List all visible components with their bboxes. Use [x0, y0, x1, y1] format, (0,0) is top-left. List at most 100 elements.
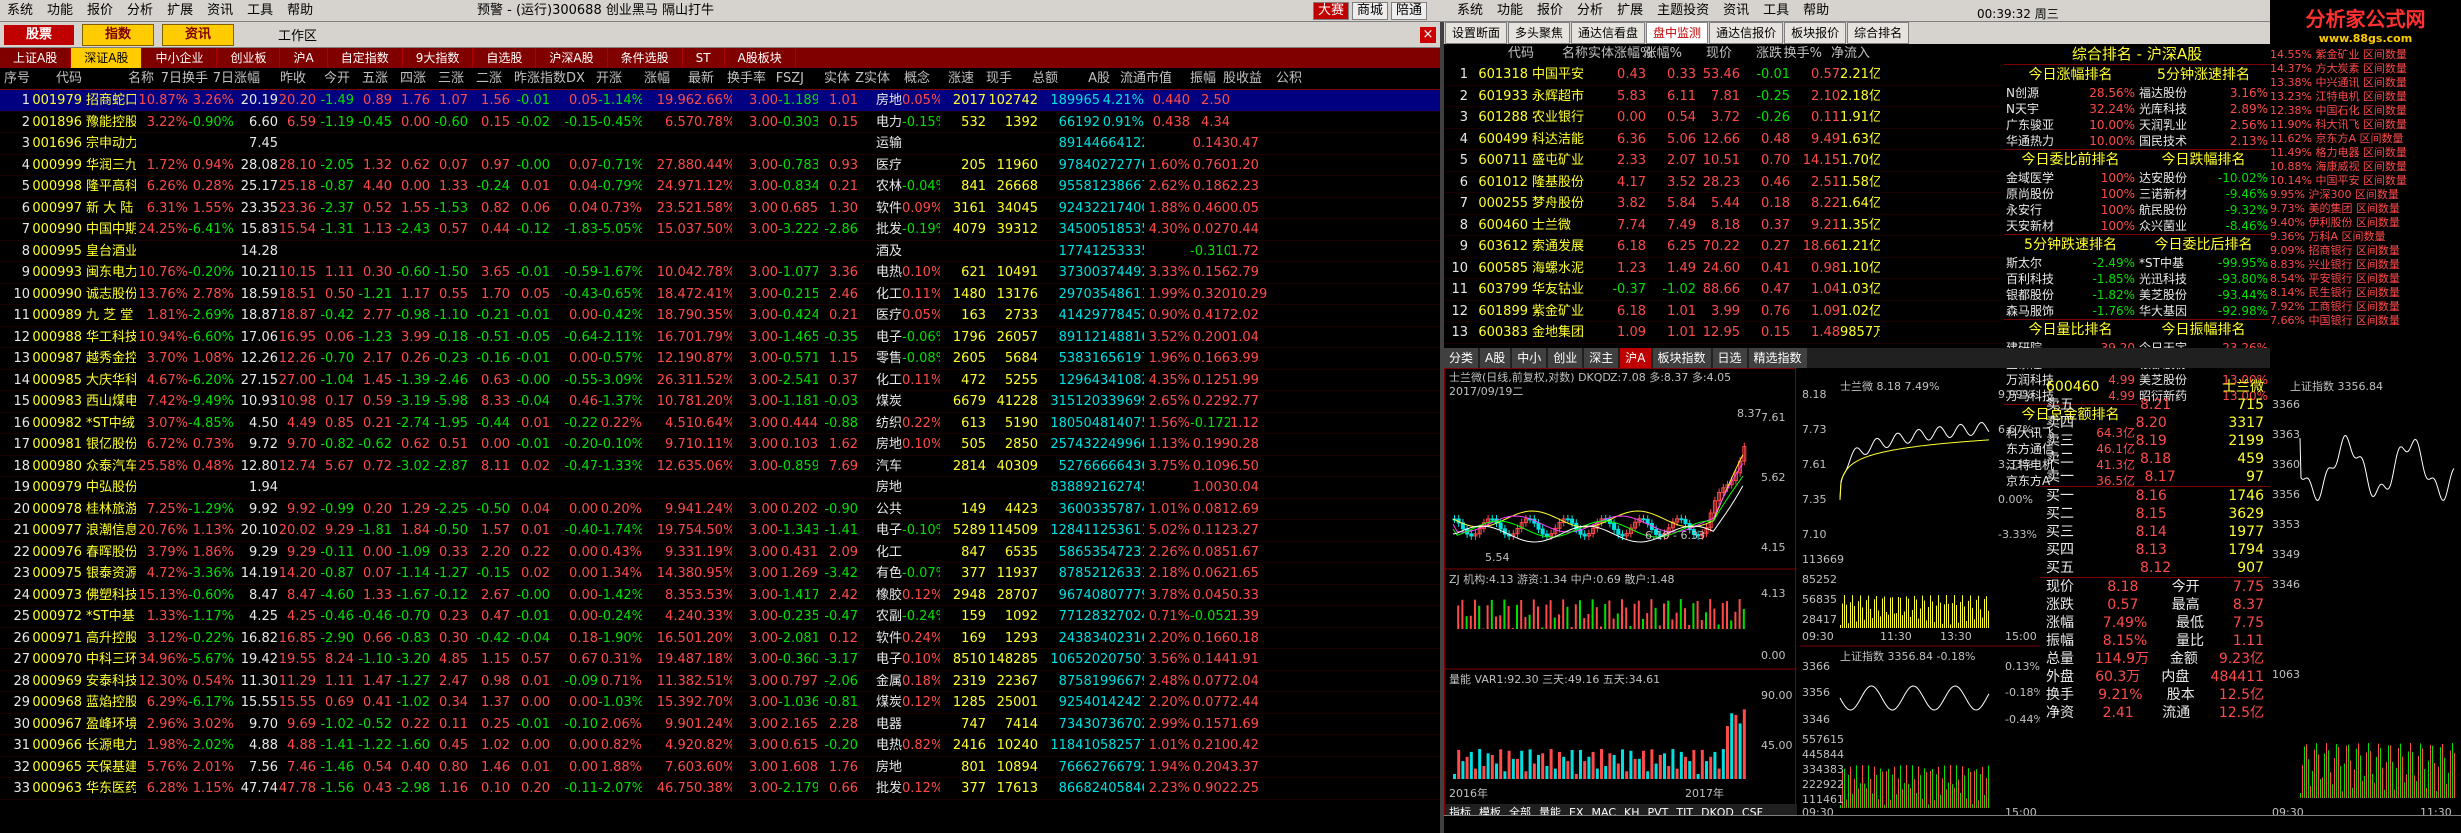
block-tab-11[interactable]: A股板块	[725, 48, 796, 68]
quote-col-8[interactable]: 净流入	[1822, 44, 1870, 64]
rank-item[interactable]: 百利科技 -1.85%	[2004, 271, 2137, 287]
block-tab-2[interactable]: 中小企业	[142, 48, 218, 68]
right-tab-2[interactable]: 通达信看盘	[1571, 22, 1646, 44]
chart-tab-0[interactable]: 分类	[1444, 348, 1479, 368]
rank-block-title[interactable]: 今日跌幅排名	[2137, 149, 2270, 170]
col-header-12[interactable]: 指数DX	[540, 68, 585, 89]
menu-item-1[interactable]: 功能	[40, 0, 80, 21]
rank-item[interactable]: 金域医学 100%	[2004, 170, 2137, 186]
right-list-item[interactable]: 12.38% 中国石化 区间数量	[2270, 104, 2461, 118]
rank-item[interactable]: *ST中基 -99.95%	[2137, 255, 2270, 271]
rank-item[interactable]: 众兴菌业 -8.46%	[2137, 218, 2270, 234]
right-tab-0[interactable]: 设置断面	[1445, 22, 1508, 44]
block-tab-3[interactable]: 创业板	[217, 48, 281, 68]
right-list-item[interactable]: 8.83% 兴业银行 区间数量	[2270, 258, 2461, 272]
menu-item-2[interactable]: 报价	[80, 0, 120, 21]
menu-item-0[interactable]: 系统	[0, 0, 40, 21]
stocks-button[interactable]: 股票	[4, 24, 75, 45]
quote-col-7[interactable]: 换手%	[1782, 44, 1822, 64]
col-header-9[interactable]: 三涨	[426, 68, 464, 89]
rank-item[interactable]: 福达股份 3.16%	[2137, 85, 2270, 101]
menu-button-0[interactable]: 大赛	[1313, 2, 1350, 20]
chart-tab-4[interactable]: 深主	[1584, 348, 1619, 368]
menu-item-3[interactable]: 分析	[120, 0, 160, 21]
table-row[interactable]: 18 000980 众泰汽车 25.58% 0.48% 12.80 12.74 5.67 0.7…	[0, 456, 1440, 477]
right-list-item[interactable]: 14.55% 紫金矿业 区间数量	[2270, 48, 2461, 62]
rank-block-title[interactable]: 今日委比前排名	[2004, 149, 2137, 170]
col-header-23[interactable]: 总额	[1012, 68, 1058, 89]
col-header-0[interactable]: 序号	[0, 68, 30, 89]
col-header-24[interactable]: A股	[1058, 68, 1110, 89]
quote-col-3[interactable]: 实体涨幅%	[1588, 44, 1652, 64]
menu-item-7[interactable]: 帮助	[280, 0, 320, 21]
quote-row[interactable]: 12 601899 紫金矿业 6.18 1.01 3.99 0.76 1.09 1.02亿	[1444, 301, 2004, 322]
table-row[interactable]: 1 001979 招商蛇口 10.87% 3.26% 20.19 20.20 -1.49 0.8…	[0, 90, 1440, 112]
rank-item[interactable]: 华大基因 -92.98%	[2137, 303, 2270, 319]
rank-item[interactable]: 森马服饰 -1.76%	[2004, 303, 2137, 319]
quote-row[interactable]: 5 600711 盛屯矿业 2.33 2.07 10.51 0.70 14.15 1.70亿	[1444, 150, 2004, 172]
minute-charts[interactable]: 士兰微 8.18 7.49% 8.18 7.73 7.61 7.35 7.10 …	[1800, 378, 2044, 823]
quote-col-1[interactable]: 代码	[1444, 44, 1534, 64]
block-tab-5[interactable]: 自定指数	[328, 48, 403, 68]
rank-item[interactable]: 美芝股份 -93.44%	[2137, 287, 2270, 303]
right-list-item[interactable]: 9.09% 招商银行 区间数量	[2270, 244, 2461, 258]
table-row[interactable]: 23 000975 银泰资源 4.72% -3.36% 14.19 14.20 -0.87 0.…	[0, 563, 1440, 585]
chart-tab-7[interactable]: 日选	[1712, 348, 1747, 368]
table-row[interactable]: 31 000966 长源电力 1.98% -2.02% 4.88 4.88 -1.41 -1.2…	[0, 735, 1440, 757]
quote-row[interactable]: 9 603612 索通发展 6.18 6.25 70.22 0.27 18.66 1.21亿	[1444, 236, 2004, 258]
table-row[interactable]: 2 001896 豫能控股 3.22% -0.90% 6.60 6.59 -1.19 -0.45…	[0, 112, 1440, 133]
right-list-item[interactable]: 7.66% 中国银行 区间数量	[2270, 314, 2461, 328]
block-tab-8[interactable]: 沪深A股	[536, 48, 608, 68]
quote-row[interactable]: 7 000255 梦舟股份 3.82 5.84 5.44 0.18 8.22 1.64亿	[1444, 193, 2004, 215]
table-row[interactable]: 11 000989 九 芝 堂 1.81% -2.69% 18.87 18.87 -0.42 2…	[0, 305, 1440, 327]
rank-item[interactable]: 天润乳业 2.56%	[2137, 117, 2270, 133]
table-row[interactable]: 12 000988 华工科技 10.94% -6.60% 17.06 16.95 0.06 -1…	[0, 327, 1440, 348]
table-row[interactable]: 28 000969 安泰科技 12.30% 0.54% 11.30 11.29 1.11 1.4…	[0, 671, 1440, 692]
quote-col-5[interactable]: 现价	[1682, 44, 1732, 64]
right-list-item[interactable]: 9.95% 沪深300 区间数量	[2270, 188, 2461, 202]
table-row[interactable]: 6 000997 新 大 陆 6.31% 1.55% 23.35 23.36 -2.37 0.5…	[0, 198, 1440, 219]
rank-item[interactable]: 航民股份 -9.32%	[2137, 202, 2270, 218]
table-row[interactable]: 22 000976 春晖股份 3.79% 1.86% 9.29 9.29 -0.11 0.00-…	[0, 542, 1440, 563]
chart-tab-1[interactable]: A股	[1480, 348, 1511, 368]
rank-item[interactable]: 达安股份 -10.02%	[2137, 170, 2270, 186]
rank-item[interactable]: N天宇 32.24%	[2004, 101, 2137, 117]
col-header-27[interactable]: 股收益	[1216, 68, 1262, 89]
col-header-19[interactable]: Z实体	[850, 68, 890, 89]
col-header-18[interactable]: 实体	[804, 68, 850, 89]
col-header-4[interactable]: 7日涨幅	[208, 68, 260, 89]
menu-item-6[interactable]: 工具	[240, 0, 280, 21]
right-menu-item-0[interactable]: 系统	[1450, 0, 1490, 21]
rank-item[interactable]: 永安行 100%	[2004, 202, 2137, 218]
rank-item[interactable]: 三诺新材 -9.46%	[2137, 186, 2270, 202]
block-tab-1[interactable]: 深证A股	[71, 48, 143, 68]
right-list-item[interactable]: 13.23% 江特电机 区间数量	[2270, 90, 2461, 104]
right-menu-item-2[interactable]: 报价	[1530, 0, 1570, 21]
right-list-item[interactable]: 11.49% 格力电器 区间数量	[2270, 146, 2461, 160]
table-row[interactable]: 3001696宗申动力7.45运输891446641220.1430.47	[0, 133, 1440, 155]
chart-tab-3[interactable]: 创业	[1548, 348, 1583, 368]
kline-chart[interactable]: 士兰微(日线,前复权,对数) DKQD 2017/09/19二 Z:7.08 多…	[1444, 368, 1797, 823]
table-row[interactable]: 5 000998 隆平高科 6.26% 0.28% 25.17 25.18 -0.87 4.40…	[0, 176, 1440, 198]
menu-button-2[interactable]: 陪通	[1391, 2, 1428, 20]
table-row[interactable]: 9 000993 闽东电力 10.76% -0.20% 10.21 10.15 1.11 0.3…	[0, 262, 1440, 284]
index-button[interactable]: 指数	[82, 23, 155, 46]
quote-col-6[interactable]: 涨跌	[1732, 44, 1782, 64]
block-tab-0[interactable]: 上证A股	[0, 48, 72, 68]
table-row[interactable]: 8000995皇台酒业14.28酒及17741253335-0.3101.72	[0, 241, 1440, 262]
table-row[interactable]: 27 000970 中科三环 34.96% -5.67% 19.42 19.55 8.24 -1…	[0, 649, 1440, 671]
right-list-item[interactable]: 11.62% 京东方A 区间数量	[2270, 132, 2461, 146]
rank-block-title[interactable]: 今日振幅排名	[2137, 319, 2270, 340]
chart-tab-2[interactable]: 中小	[1512, 348, 1547, 368]
block-tab-6[interactable]: 9大指数	[403, 48, 474, 68]
quote-row[interactable]: 10 600585 海螺水泥 1.23 1.49 24.60 0.41 0.98 1.10亿	[1444, 258, 2004, 279]
right-list-item[interactable]: 9.36% 万科A 区间数量	[2270, 230, 2461, 244]
right-tab-4[interactable]: 通达信报价	[1709, 22, 1784, 44]
rank-block-title[interactable]: 今日委比后排名	[2137, 234, 2270, 255]
col-header-6[interactable]: 今开	[306, 68, 350, 89]
col-header-15[interactable]: 最新	[670, 68, 714, 89]
col-header-14[interactable]: 涨幅	[622, 68, 670, 89]
right-tab-6[interactable]: 综合排名	[1847, 22, 1910, 44]
rank-item[interactable]: 广东骏亚 10.00%	[2004, 117, 2137, 133]
rank-item[interactable]: 国民技术 2.13%	[2137, 133, 2270, 149]
